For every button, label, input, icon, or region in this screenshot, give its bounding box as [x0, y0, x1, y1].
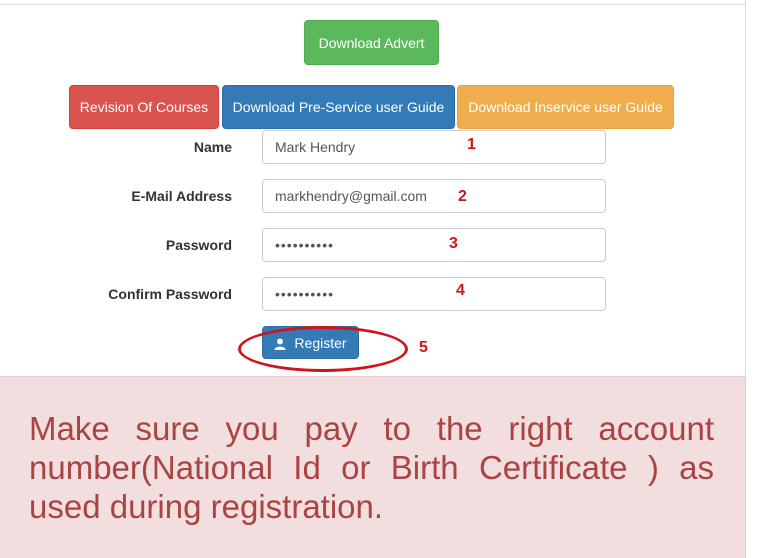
register-button[interactable]: Register — [262, 326, 359, 359]
confirm-password-label: Confirm Password — [108, 286, 232, 302]
annotation-2: 2 — [458, 188, 467, 205]
confirm-password-input[interactable] — [262, 277, 606, 311]
panel-border — [745, 0, 746, 376]
annotation-4: 4 — [456, 282, 465, 299]
annotation-1: 1 — [467, 136, 476, 153]
download-preservice-guide-button[interactable]: Download Pre-Service user Guide — [222, 85, 455, 129]
user-icon — [274, 337, 286, 350]
name-label: Name — [193, 139, 232, 155]
revision-of-courses-button[interactable]: Revision Of Courses — [69, 85, 219, 129]
register-label: Register — [294, 334, 347, 351]
password-label: Password — [165, 237, 232, 253]
annotation-5: 5 — [419, 339, 428, 356]
annotation-3: 3 — [449, 235, 458, 252]
password-input[interactable] — [262, 228, 606, 262]
email-input[interactable] — [262, 179, 606, 213]
email-label: E-Mail Address — [131, 188, 232, 204]
download-advert-button[interactable]: Download Advert — [304, 20, 439, 65]
top-divider — [0, 4, 746, 5]
download-inservice-guide-button[interactable]: Download Inservice user Guide — [457, 85, 674, 129]
payment-notice-text: Make sure you pay to the right account n… — [29, 410, 714, 525]
name-input[interactable] — [262, 130, 606, 164]
